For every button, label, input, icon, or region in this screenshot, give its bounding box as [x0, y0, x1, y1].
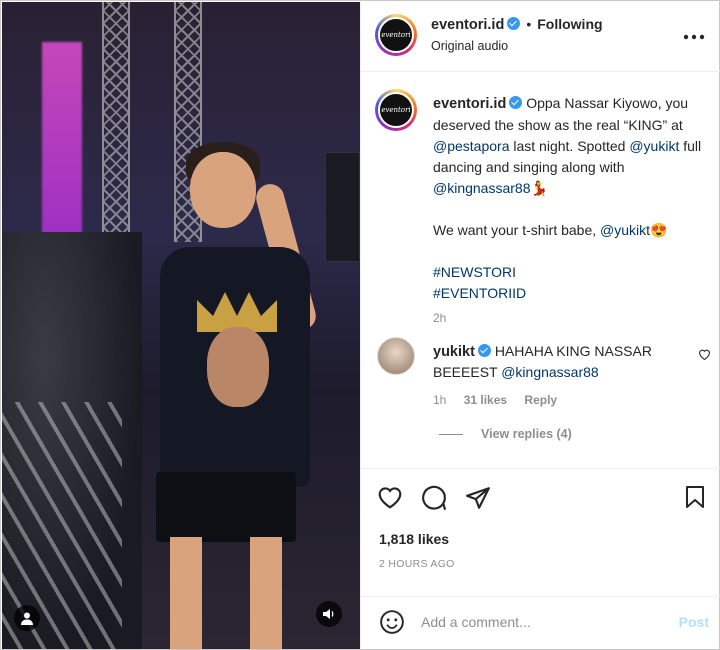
post-header: eventori eventori.id • Following Original …: [361, 2, 720, 72]
post-panel: eventori eventori.id • Following Original …: [360, 2, 720, 649]
comment-likes[interactable]: 31 likes: [464, 393, 507, 407]
comment-username-link[interactable]: yukikt: [433, 344, 475, 360]
post-modal: eventori eventori.id • Following Original …: [0, 0, 720, 650]
comment-input[interactable]: [421, 607, 651, 637]
comment-icon[interactable]: [421, 485, 447, 514]
stage-truss: [102, 2, 130, 242]
stage-light: [42, 42, 82, 252]
user-tag-icon[interactable]: [14, 605, 40, 631]
audio-link[interactable]: Original audio: [431, 39, 603, 53]
caption-username-link[interactable]: eventori.id: [433, 96, 506, 112]
avatar[interactable]: eventori: [375, 14, 417, 56]
reply-button[interactable]: Reply: [524, 393, 557, 407]
share-icon[interactable]: [465, 485, 491, 514]
verified-badge-icon: [507, 17, 521, 30]
avatar[interactable]: eventori: [375, 89, 417, 131]
post-video[interactable]: [2, 2, 360, 649]
mention-link[interactable]: @yukikt: [600, 222, 650, 238]
mention-link[interactable]: @yukikt: [629, 138, 679, 154]
heart-icon[interactable]: [377, 485, 403, 512]
verified-badge-icon: [509, 96, 523, 109]
hashtag-link[interactable]: #EVENTORIID: [433, 283, 705, 304]
add-comment-bar: Post: [361, 596, 720, 649]
mention-link[interactable]: @pestapora: [433, 138, 509, 154]
speaker-icon[interactable]: [316, 601, 342, 627]
username-link[interactable]: eventori.id: [431, 17, 504, 33]
view-replies-button[interactable]: View replies (4): [439, 427, 572, 441]
hashtag-link[interactable]: #NEWSTORI: [433, 262, 705, 283]
post-comment-button[interactable]: Post: [679, 614, 709, 630]
heart-eyes-emoji: 😍: [650, 222, 668, 238]
caption-text: We want your t-shirt babe,: [433, 222, 601, 238]
comment-timestamp[interactable]: 1h: [433, 393, 446, 407]
bookmark-icon[interactable]: [684, 485, 706, 512]
dancer-emoji: 💃: [530, 180, 548, 196]
likes-count[interactable]: 1,818 likes: [379, 531, 449, 547]
mention-link[interactable]: @kingnassar88: [501, 364, 599, 380]
comment-like-heart-icon[interactable]: [698, 347, 711, 363]
more-options-icon[interactable]: [683, 24, 705, 45]
emoji-icon[interactable]: [379, 609, 405, 638]
divider: [439, 433, 463, 435]
following-button[interactable]: Following: [537, 16, 602, 32]
mention-link[interactable]: @kingnassar88: [433, 180, 531, 196]
avatar[interactable]: [377, 337, 415, 375]
verified-badge-icon: [477, 344, 491, 357]
stage-speaker: [325, 152, 360, 262]
caption-text: last night. Spotted: [509, 138, 630, 154]
caption-timestamp[interactable]: 2h: [433, 308, 705, 329]
post-timestamp[interactable]: 2 HOURS AGO: [379, 558, 455, 570]
